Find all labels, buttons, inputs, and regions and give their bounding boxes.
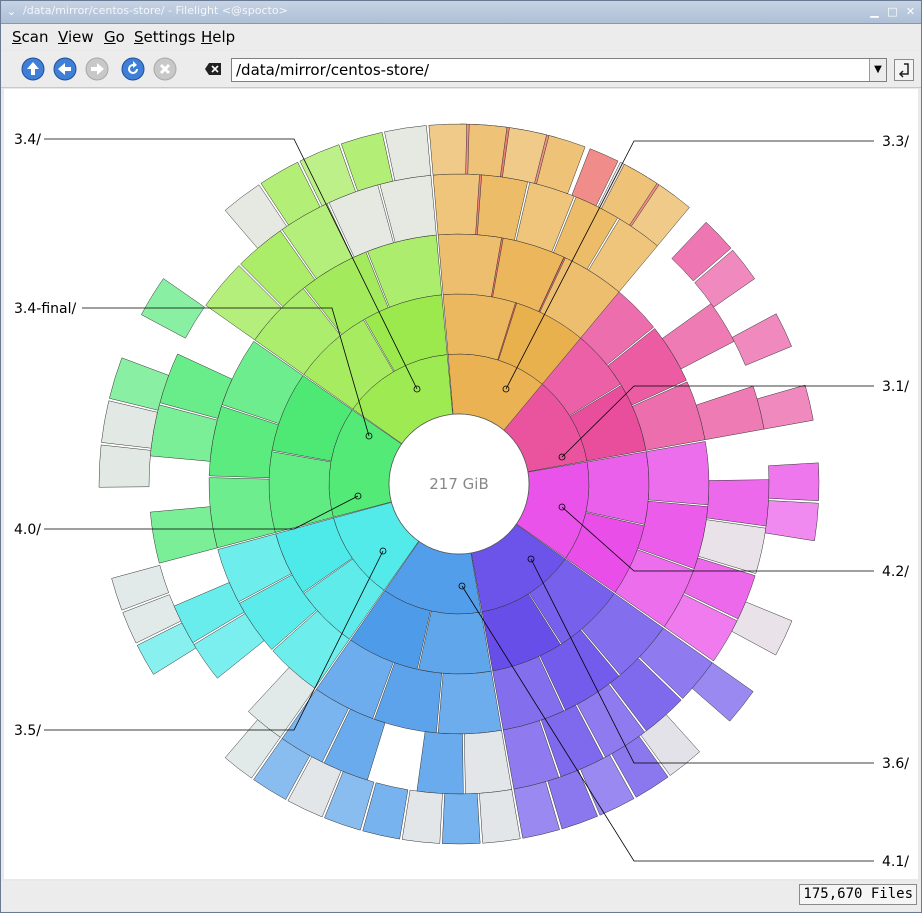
menu-help[interactable]: Help: [201, 28, 235, 46]
map-segment-3-5-ring-3[interactable]: [463, 730, 513, 795]
menu-view-rest: iew: [67, 28, 94, 46]
radial-map[interactable]: 3.4/3.3/3.4-final/3.1/4.0/4.2/3.5/3.6/4.…: [4, 89, 918, 879]
close-icon[interactable]: ✕: [904, 5, 917, 18]
map-segment-3-6-ring-4[interactable]: [764, 500, 819, 542]
map-segment-3-5-ring-3[interactable]: [416, 731, 464, 795]
location-combobox[interactable]: /data/mirror/centos-store/ ▼: [231, 58, 887, 82]
map-segment-3-6-ring-4[interactable]: [768, 462, 820, 501]
location-input[interactable]: /data/mirror/centos-store/: [236, 61, 429, 79]
menu-go-rest: o: [115, 28, 125, 46]
map-segment-3-3-ring-2[interactable]: [437, 233, 502, 298]
callout-label[interactable]: 4.0/: [14, 522, 41, 538]
radial-map-area: 3.4/3.3/3.4-final/3.1/4.0/4.2/3.5/3.6/4.…: [4, 89, 918, 879]
map-segment-3-6-ring-3[interactable]: [706, 479, 770, 527]
menu-scan[interactable]: Scan: [12, 28, 48, 46]
menu-settings-rest: ettings: [143, 28, 196, 46]
enter-icon: [898, 63, 909, 78]
map-segment-3-4-final-ring-1[interactable]: [268, 451, 334, 533]
window-title: /data/mirror/centos-store/ - Filelight <…: [23, 4, 288, 17]
forward-button[interactable]: [85, 57, 109, 81]
menu-view[interactable]: View: [58, 28, 94, 46]
menu-settings[interactable]: Settings: [134, 28, 196, 46]
map-segment-3-4-final-ring-4[interactable]: [109, 357, 169, 411]
rescan-button[interactable]: [121, 57, 145, 81]
callout-label[interactable]: 3.3/: [882, 134, 909, 150]
callout-label[interactable]: 3.1/: [882, 379, 909, 395]
stop-button[interactable]: [153, 57, 177, 81]
map-segment-3-4-ring-4[interactable]: [384, 125, 432, 182]
map-segment-3-5-ring-4[interactable]: [479, 789, 521, 844]
callout-label[interactable]: 3.4-final/: [14, 301, 76, 317]
menu-go[interactable]: Go: [104, 28, 125, 46]
clear-location-button[interactable]: [204, 61, 222, 77]
map-segment-3-3-ring-4[interactable]: [467, 123, 508, 178]
callout-label[interactable]: 3.4/: [14, 132, 41, 148]
callout-label[interactable]: 3.6/: [882, 756, 909, 772]
map-segment-3-6-ring-1[interactable]: [585, 451, 650, 525]
map-segment-3-4-final-ring-3[interactable]: [150, 506, 218, 564]
filelight-window: ⌄ /data/mirror/centos-store/ - Filelight…: [0, 0, 922, 913]
map-segment-3-5-ring-4[interactable]: [401, 789, 443, 844]
maximize-icon[interactable]: □: [886, 5, 899, 18]
total-size-label: 217 GiB: [429, 475, 488, 493]
map-segment-3-6-ring-2[interactable]: [645, 441, 710, 506]
file-count: 175,670 Files: [799, 884, 917, 905]
map-segment-4-2-ring-3[interactable]: [695, 385, 765, 441]
window-menu-icon[interactable]: ⌄: [5, 5, 18, 18]
map-segment-3-3-ring-3[interactable]: [432, 173, 480, 236]
callout-label[interactable]: 4.1/: [882, 854, 909, 870]
map-segment-4-2-ring-4[interactable]: [756, 384, 814, 430]
map-segment-3-4-final-ring-4[interactable]: [98, 444, 152, 488]
callout-label[interactable]: 3.5/: [14, 723, 41, 739]
go-button[interactable]: [894, 59, 914, 81]
map-segment-3-5-ring-1[interactable]: [418, 610, 492, 675]
map-segment-3-3-ring-4[interactable]: [428, 123, 467, 176]
map-segment-3-5-ring-4[interactable]: [442, 793, 481, 845]
menu-bar: Scan View Go Settings Help: [1, 24, 921, 50]
back-button[interactable]: [53, 57, 77, 81]
menu-scan-rest: can: [21, 28, 49, 46]
map-segment-3-5-ring-2[interactable]: [437, 670, 502, 735]
map-segment-4-2-ring-4[interactable]: [731, 313, 792, 366]
callout-label[interactable]: 4.2/: [882, 564, 909, 580]
menu-help-rest: elp: [212, 28, 236, 46]
chevron-down-icon[interactable]: ▼: [869, 59, 886, 81]
title-bar[interactable]: ⌄ /data/mirror/centos-store/ - Filelight…: [1, 1, 921, 24]
up-button[interactable]: [21, 57, 45, 81]
status-bar: 175,670 Files: [1, 881, 921, 911]
minimize-icon[interactable]: ▁: [868, 5, 881, 18]
